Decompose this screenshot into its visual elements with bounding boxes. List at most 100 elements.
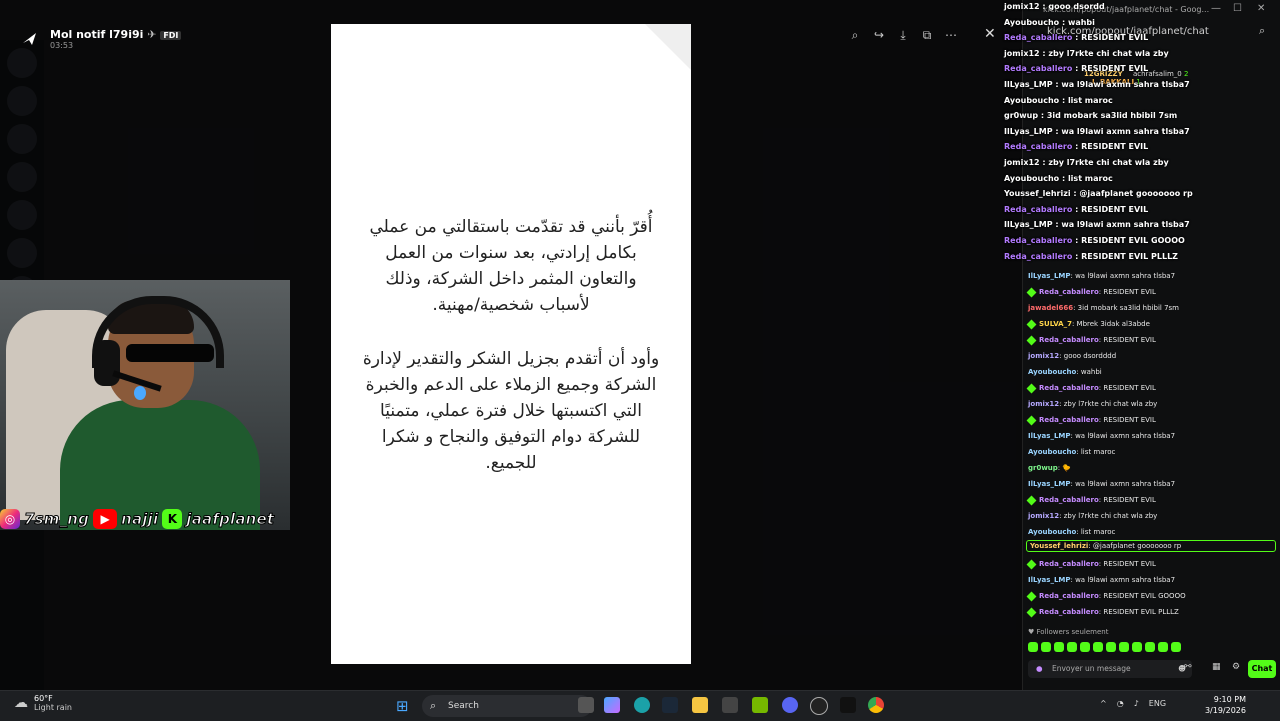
chat-message[interactable]: IlLyas_LMP: wa l9lawi axmn sahra tlsba7 <box>1028 480 1175 488</box>
overlay-chat-message: Reda_caballero : RESIDENT EVIL <box>1004 33 1148 42</box>
maximize-icon[interactable]: ☐ <box>1233 3 1242 14</box>
chat-message[interactable]: Ayouboucho: list maroc <box>1028 528 1115 536</box>
nvidia-icon[interactable] <box>752 697 768 713</box>
minimize-icon[interactable]: — <box>1211 3 1221 14</box>
chat-username[interactable]: IlLyas_LMP <box>1028 272 1071 280</box>
search-icon[interactable]: ⌕ <box>1259 24 1265 38</box>
chat-message[interactable]: Reda_caballero: RESIDENT EVIL <box>1026 559 1156 569</box>
calendar-icon[interactable]: ▦ <box>1212 662 1221 672</box>
chat-message[interactable]: Youssef_lehrizi: @jaafplanet gooooooo rp <box>1026 540 1276 552</box>
chat-message[interactable]: IlLyas_LMP: wa l9lawi axmn sahra tlsba7 <box>1028 432 1175 440</box>
clock[interactable]: 9:10 PM 3/19/2026 <box>1200 694 1246 716</box>
chat-text: : RESIDENT EVIL GOOOO <box>1098 592 1186 600</box>
overlay-chat-text: : wa l9lawi axmn sahra tlsba7 <box>1052 220 1190 230</box>
chat-username[interactable]: SULVA_7 <box>1039 320 1072 328</box>
chat-message[interactable]: SULVA_7: Mbrek 3idak al3abde <box>1026 319 1150 329</box>
overlay-chat-text: : wa l9lawi axmn sahra tlsba7 <box>1052 80 1190 89</box>
chat-text: : RESIDENT EVIL <box>1098 416 1156 424</box>
overlay-chat-user: jomix12 <box>1004 158 1040 167</box>
chat-username[interactable]: Reda_caballero <box>1039 384 1099 392</box>
link-icon[interactable]: ⚯ <box>1184 662 1192 672</box>
chat-message[interactable]: jomix12: gooo dsordddd <box>1028 352 1116 360</box>
task-view-icon[interactable] <box>578 697 594 713</box>
chat-message[interactable]: Reda_caballero: RESIDENT EVIL <box>1026 335 1156 345</box>
file-explorer-icon[interactable] <box>692 697 708 713</box>
chat-username[interactable]: gr0wup <box>1028 464 1058 472</box>
youtube-handle: najji <box>121 510 159 529</box>
chat-message[interactable]: Reda_caballero: RESIDENT EVIL <box>1026 495 1156 505</box>
overlay-chat-user: IlLyas_LMP <box>1004 220 1053 230</box>
tray-chevron-icon[interactable]: ^ <box>1100 699 1107 708</box>
chat-username[interactable]: IlLyas_LMP <box>1028 576 1071 584</box>
weather-widget[interactable]: ☁ 60°F Light rain <box>14 694 72 712</box>
obs-icon[interactable] <box>810 697 828 715</box>
chat-username[interactable]: Reda_caballero <box>1039 416 1099 424</box>
chat-text: : zby l7rkte chi chat wla zby <box>1059 400 1158 408</box>
store-icon[interactable] <box>722 697 738 713</box>
chat-username[interactable]: Reda_caballero <box>1039 592 1099 600</box>
chat-username[interactable]: jomix12 <box>1028 512 1059 520</box>
chat-username[interactable]: jomix12 <box>1028 352 1059 360</box>
download-icon[interactable]: ⤓ <box>894 26 912 44</box>
mic-icon[interactable]: ● <box>1036 660 1043 678</box>
chat-username[interactable]: Reda_caballero <box>1039 336 1099 344</box>
chat-username[interactable]: Youssef_lehrizi <box>1030 542 1088 550</box>
chrome-icon[interactable] <box>868 697 884 713</box>
chat-text: : zby l7rkte chi chat wla zby <box>1059 512 1158 520</box>
steam-icon[interactable] <box>662 697 678 713</box>
chat-message[interactable]: Ayouboucho: wahbi <box>1028 368 1102 376</box>
chat-message[interactable]: Ayouboucho: list maroc <box>1028 448 1115 456</box>
chat-text: : RESIDENT EVIL <box>1098 288 1156 296</box>
forward-icon[interactable]: ↪ <box>870 26 888 44</box>
chat-username[interactable]: Reda_caballero <box>1039 288 1099 296</box>
volume-icon[interactable]: ♪ <box>1134 699 1139 708</box>
capcut-icon[interactable] <box>840 697 856 713</box>
chat-username[interactable]: Reda_caballero <box>1039 560 1099 568</box>
emote-bar[interactable] <box>1028 642 1181 652</box>
close-icon[interactable]: ✕ <box>984 26 996 42</box>
chat-message[interactable]: jawadel666: 3id mobark sa3lid hbibil 7sm <box>1028 304 1179 312</box>
chat-username[interactable]: IlLyas_LMP <box>1028 480 1071 488</box>
network-icon[interactable]: ◔ <box>1117 699 1124 708</box>
chat-text: : list maroc <box>1076 528 1116 536</box>
chat-username[interactable]: Reda_caballero <box>1039 496 1099 504</box>
chat-message[interactable]: jomix12: zby l7rkte chi chat wla zby <box>1028 512 1157 520</box>
chat-send-button[interactable]: Chat <box>1248 660 1276 678</box>
window-close-icon[interactable]: ✕ <box>1257 3 1265 14</box>
more-icon[interactable]: ⋯ <box>942 26 960 44</box>
chat-message[interactable]: IlLyas_LMP: wa l9lawi axmn sahra tlsba7 <box>1028 576 1175 584</box>
overlay-chat-user: jomix12 <box>1004 2 1040 11</box>
webcam-feed <box>0 280 290 530</box>
taskbar-search[interactable]: ⌕ Search <box>422 695 592 717</box>
windows-start-icon[interactable]: ⊞ <box>396 697 409 715</box>
overlay-chat-text: : RESIDENT EVIL <box>1072 64 1149 74</box>
open-external-icon[interactable]: ⧉ <box>918 26 936 44</box>
chat-message[interactable]: IlLyas_LMP: wa l9lawi axmn sahra tlsba7 <box>1028 272 1175 280</box>
chat-message[interactable]: Reda_caballero: RESIDENT EVIL <box>1026 383 1156 393</box>
chat-text: : RESIDENT EVIL <box>1098 496 1156 504</box>
chat-message[interactable]: jomix12: zby l7rkte chi chat wla zby <box>1028 400 1157 408</box>
sub-badge-icon <box>1026 335 1037 345</box>
chat-message[interactable]: Reda_caballero: RESIDENT EVIL GOOOO <box>1026 591 1186 601</box>
chat-username[interactable]: IlLyas_LMP <box>1028 432 1071 440</box>
chat-username[interactable]: jawadel666 <box>1028 304 1073 312</box>
chat-message[interactable]: gr0wup: 🐤 <box>1028 464 1071 472</box>
chat-username[interactable]: Ayouboucho <box>1028 368 1076 376</box>
edge-icon[interactable] <box>634 697 650 713</box>
chat-message[interactable]: Reda_caballero: RESIDENT EVIL <box>1026 287 1156 297</box>
overlay-chat-user: Ayouboucho <box>1004 17 1060 27</box>
zoom-icon[interactable]: ⌕ <box>846 26 864 44</box>
language-indicator[interactable]: ENG <box>1149 699 1166 708</box>
chat-message[interactable]: Reda_caballero: RESIDENT EVIL PLLLZ <box>1026 607 1179 617</box>
copilot-icon[interactable] <box>604 697 620 713</box>
chat-message[interactable]: Reda_caballero: RESIDENT EVIL <box>1026 415 1156 425</box>
discord-icon[interactable] <box>782 697 798 713</box>
chat-username[interactable]: Ayouboucho <box>1028 448 1076 456</box>
chat-username[interactable]: Reda_caballero <box>1039 608 1099 616</box>
message-input[interactable]: ● Envoyer un message ☻ <box>1028 660 1192 678</box>
overlay-chat-message: Ayouboucho : list maroc <box>1004 174 1113 183</box>
overlay-chat-message: IlLyas_LMP : wa l9lawi axmn sahra tlsba7 <box>1004 80 1190 89</box>
chat-username[interactable]: jomix12 <box>1028 400 1059 408</box>
chat-username[interactable]: Ayouboucho <box>1028 528 1076 536</box>
settings-icon[interactable]: ⚙ <box>1232 662 1240 672</box>
